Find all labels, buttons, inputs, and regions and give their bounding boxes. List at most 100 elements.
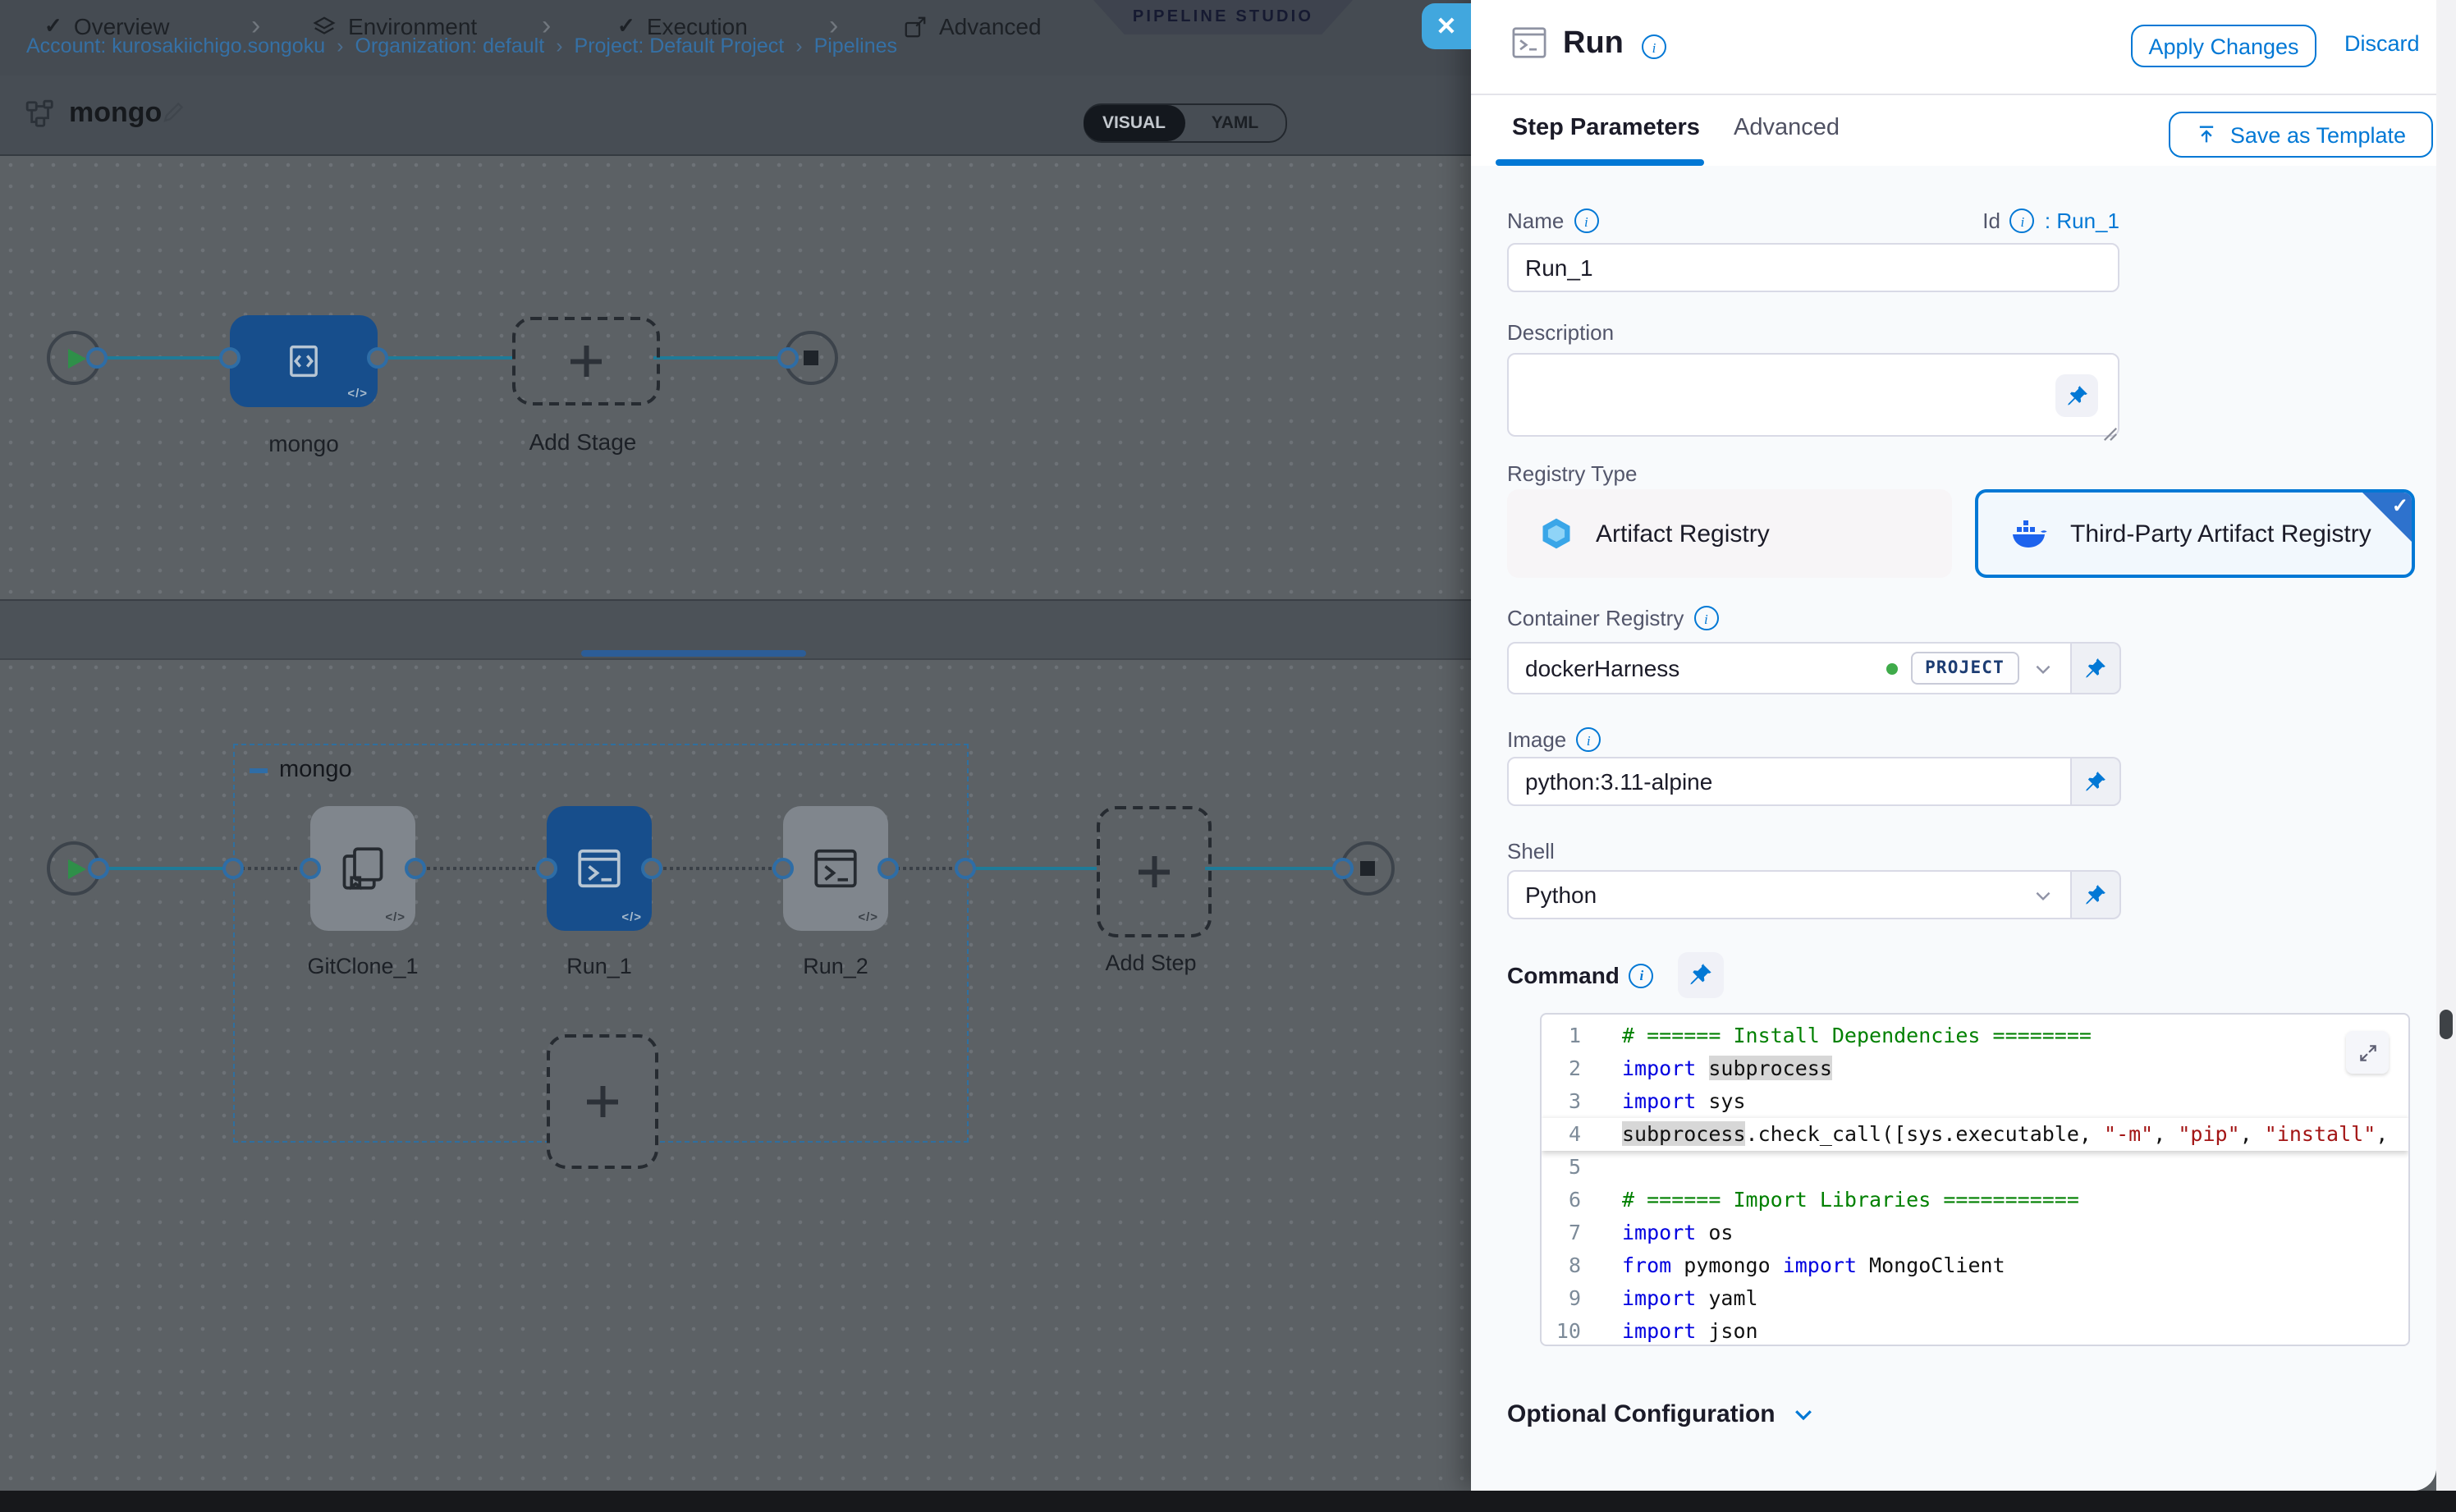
- node-port: [1332, 858, 1354, 879]
- tab-environment[interactable]: Environment: [312, 13, 477, 39]
- node-port: [877, 858, 899, 879]
- tab-step-advanced[interactable]: Advanced: [1734, 115, 1840, 141]
- pin-button[interactable]: [2072, 870, 2121, 919]
- chevron-down-icon[interactable]: [2032, 657, 2054, 679]
- visual-yaml-toggle: VISUAL YAML: [1084, 103, 1287, 143]
- node-port: [219, 347, 241, 369]
- node-port: [772, 858, 794, 879]
- line-number: 8: [1542, 1249, 1581, 1282]
- line-number: 1: [1542, 1019, 1581, 1052]
- line-number: 2: [1542, 1052, 1581, 1085]
- image-input[interactable]: [1507, 757, 2072, 806]
- code-badge: </>: [347, 386, 368, 401]
- apply-changes-button[interactable]: Apply Changes: [2131, 25, 2316, 67]
- terminal-icon: [1510, 26, 1548, 67]
- code-line[interactable]: 6# ====== Import Libraries ===========: [1542, 1184, 2408, 1216]
- info-icon[interactable]: i: [1629, 963, 1654, 987]
- drawer-title: Run: [1563, 26, 1624, 62]
- connector-status-dot: [1886, 662, 1897, 674]
- name-input[interactable]: [1507, 243, 2119, 292]
- step-label: Run_2: [803, 954, 868, 978]
- code-line[interactable]: 4subprocess.check_call([sys.executable, …: [1542, 1118, 2408, 1151]
- save-as-template-button[interactable]: Save as Template: [2169, 112, 2433, 158]
- line-number: 4: [1542, 1118, 1581, 1151]
- layers-icon: [312, 14, 337, 39]
- add-step-button[interactable]: [1097, 806, 1212, 937]
- docker-icon: [2009, 514, 2049, 553]
- node-port: [88, 858, 109, 879]
- step-node-run1-selected[interactable]: </>: [547, 806, 652, 931]
- node-port: [367, 347, 388, 369]
- artifact-registry-icon: [1538, 515, 1574, 552]
- discard-button[interactable]: Discard: [2344, 31, 2420, 56]
- code-line[interactable]: 5: [1542, 1151, 2408, 1184]
- add-parallel-step-button[interactable]: [547, 1034, 658, 1169]
- collapse-minus-icon[interactable]: [250, 768, 268, 773]
- info-icon[interactable]: i: [1574, 208, 1598, 233]
- shell-select[interactable]: Python: [1507, 870, 2072, 919]
- code-line[interactable]: 8from pymongo import MongoClient: [1542, 1249, 2408, 1282]
- pin-button[interactable]: [2072, 642, 2121, 694]
- code-line[interactable]: 10import json: [1542, 1315, 2408, 1346]
- code-line[interactable]: 1# ====== Install Dependencies ========: [1542, 1019, 2408, 1052]
- vertical-scrollbar-thumb[interactable]: [2440, 1010, 2453, 1039]
- resize-handle-icon[interactable]: [2103, 420, 2118, 450]
- info-icon[interactable]: i: [1693, 606, 1718, 630]
- pin-button[interactable]: [1678, 952, 1724, 998]
- stage-node-mongo[interactable]: </>: [230, 315, 378, 407]
- node-port: [641, 858, 662, 879]
- horizontal-scrollbar[interactable]: [0, 1491, 2456, 1512]
- stop-icon: [1360, 861, 1375, 876]
- exec-connector: [1205, 867, 1343, 870]
- export-icon: [903, 14, 928, 39]
- play-icon: [67, 859, 85, 878]
- chevron-down-icon: [1792, 1402, 1817, 1427]
- node-port: [405, 858, 426, 879]
- group-label[interactable]: mongo: [279, 757, 352, 783]
- expand-icon[interactable]: [2346, 1031, 2389, 1074]
- command-code-editor[interactable]: 1# ====== Install Dependencies ========2…: [1540, 1013, 2410, 1346]
- tab-step-parameters[interactable]: Step Parameters: [1512, 115, 1700, 141]
- close-icon[interactable]: ✕: [1422, 3, 1471, 49]
- step-label: Run_1: [566, 954, 632, 978]
- toggle-visual[interactable]: VISUAL: [1084, 104, 1184, 140]
- drawer-tab-underline: [1496, 159, 1704, 165]
- code-line[interactable]: 3import sys: [1542, 1085, 2408, 1118]
- node-port: [777, 347, 799, 369]
- tab-overview[interactable]: ✓ Overview: [44, 13, 170, 39]
- toggle-yaml[interactable]: YAML: [1184, 105, 1285, 141]
- registry-option-third-party[interactable]: Third-Party Artifact Registry ✓: [1975, 489, 2415, 578]
- tab-execution[interactable]: ✓ Execution: [617, 13, 748, 39]
- edit-pencil-icon[interactable]: [161, 100, 186, 133]
- info-icon[interactable]: i: [1642, 34, 1666, 59]
- code-text: import sys: [1581, 1085, 1746, 1118]
- exec-connector-dotted: [652, 867, 783, 870]
- step-label: GitClone_1: [307, 954, 418, 978]
- stage-canvas[interactable]: [0, 154, 1471, 599]
- pin-icon: [1688, 962, 1714, 988]
- pin-button[interactable]: [2072, 757, 2121, 806]
- code-line[interactable]: 7import os: [1542, 1216, 2408, 1249]
- description-label: Description: [1507, 320, 1614, 345]
- code-text: from pymongo import MongoClient: [1581, 1249, 2005, 1282]
- step-node-run2[interactable]: </>: [783, 806, 888, 931]
- exec-connector: [965, 867, 1097, 870]
- stage-connector: [653, 356, 788, 360]
- optional-configuration-toggle[interactable]: Optional Configuration: [1507, 1400, 1817, 1428]
- add-stage-button[interactable]: [512, 317, 660, 405]
- code-line[interactable]: 9import yaml: [1542, 1282, 2408, 1315]
- pin-button[interactable]: [2055, 374, 2098, 417]
- tab-advanced[interactable]: Advanced: [903, 13, 1042, 39]
- add-stage-label: Add Stage: [529, 428, 637, 455]
- pipeline-icon: [25, 99, 56, 138]
- pipeline-studio-app: Account: kurosakiichigo.songoku›Organiza…: [0, 0, 2456, 1512]
- line-number: 3: [1542, 1085, 1581, 1118]
- registry-option-artifact[interactable]: Artifact Registry: [1507, 489, 1952, 578]
- info-icon[interactable]: i: [1576, 727, 1601, 752]
- info-icon[interactable]: i: [2010, 208, 2035, 233]
- container-registry-field[interactable]: dockerHarness PROJECT: [1507, 642, 2072, 694]
- breadcrumb-item[interactable]: Pipelines: [814, 34, 897, 57]
- step-node-gitclone[interactable]: </>: [310, 806, 415, 931]
- code-line[interactable]: 2import subprocess: [1542, 1052, 2408, 1085]
- description-textarea[interactable]: [1507, 353, 2119, 437]
